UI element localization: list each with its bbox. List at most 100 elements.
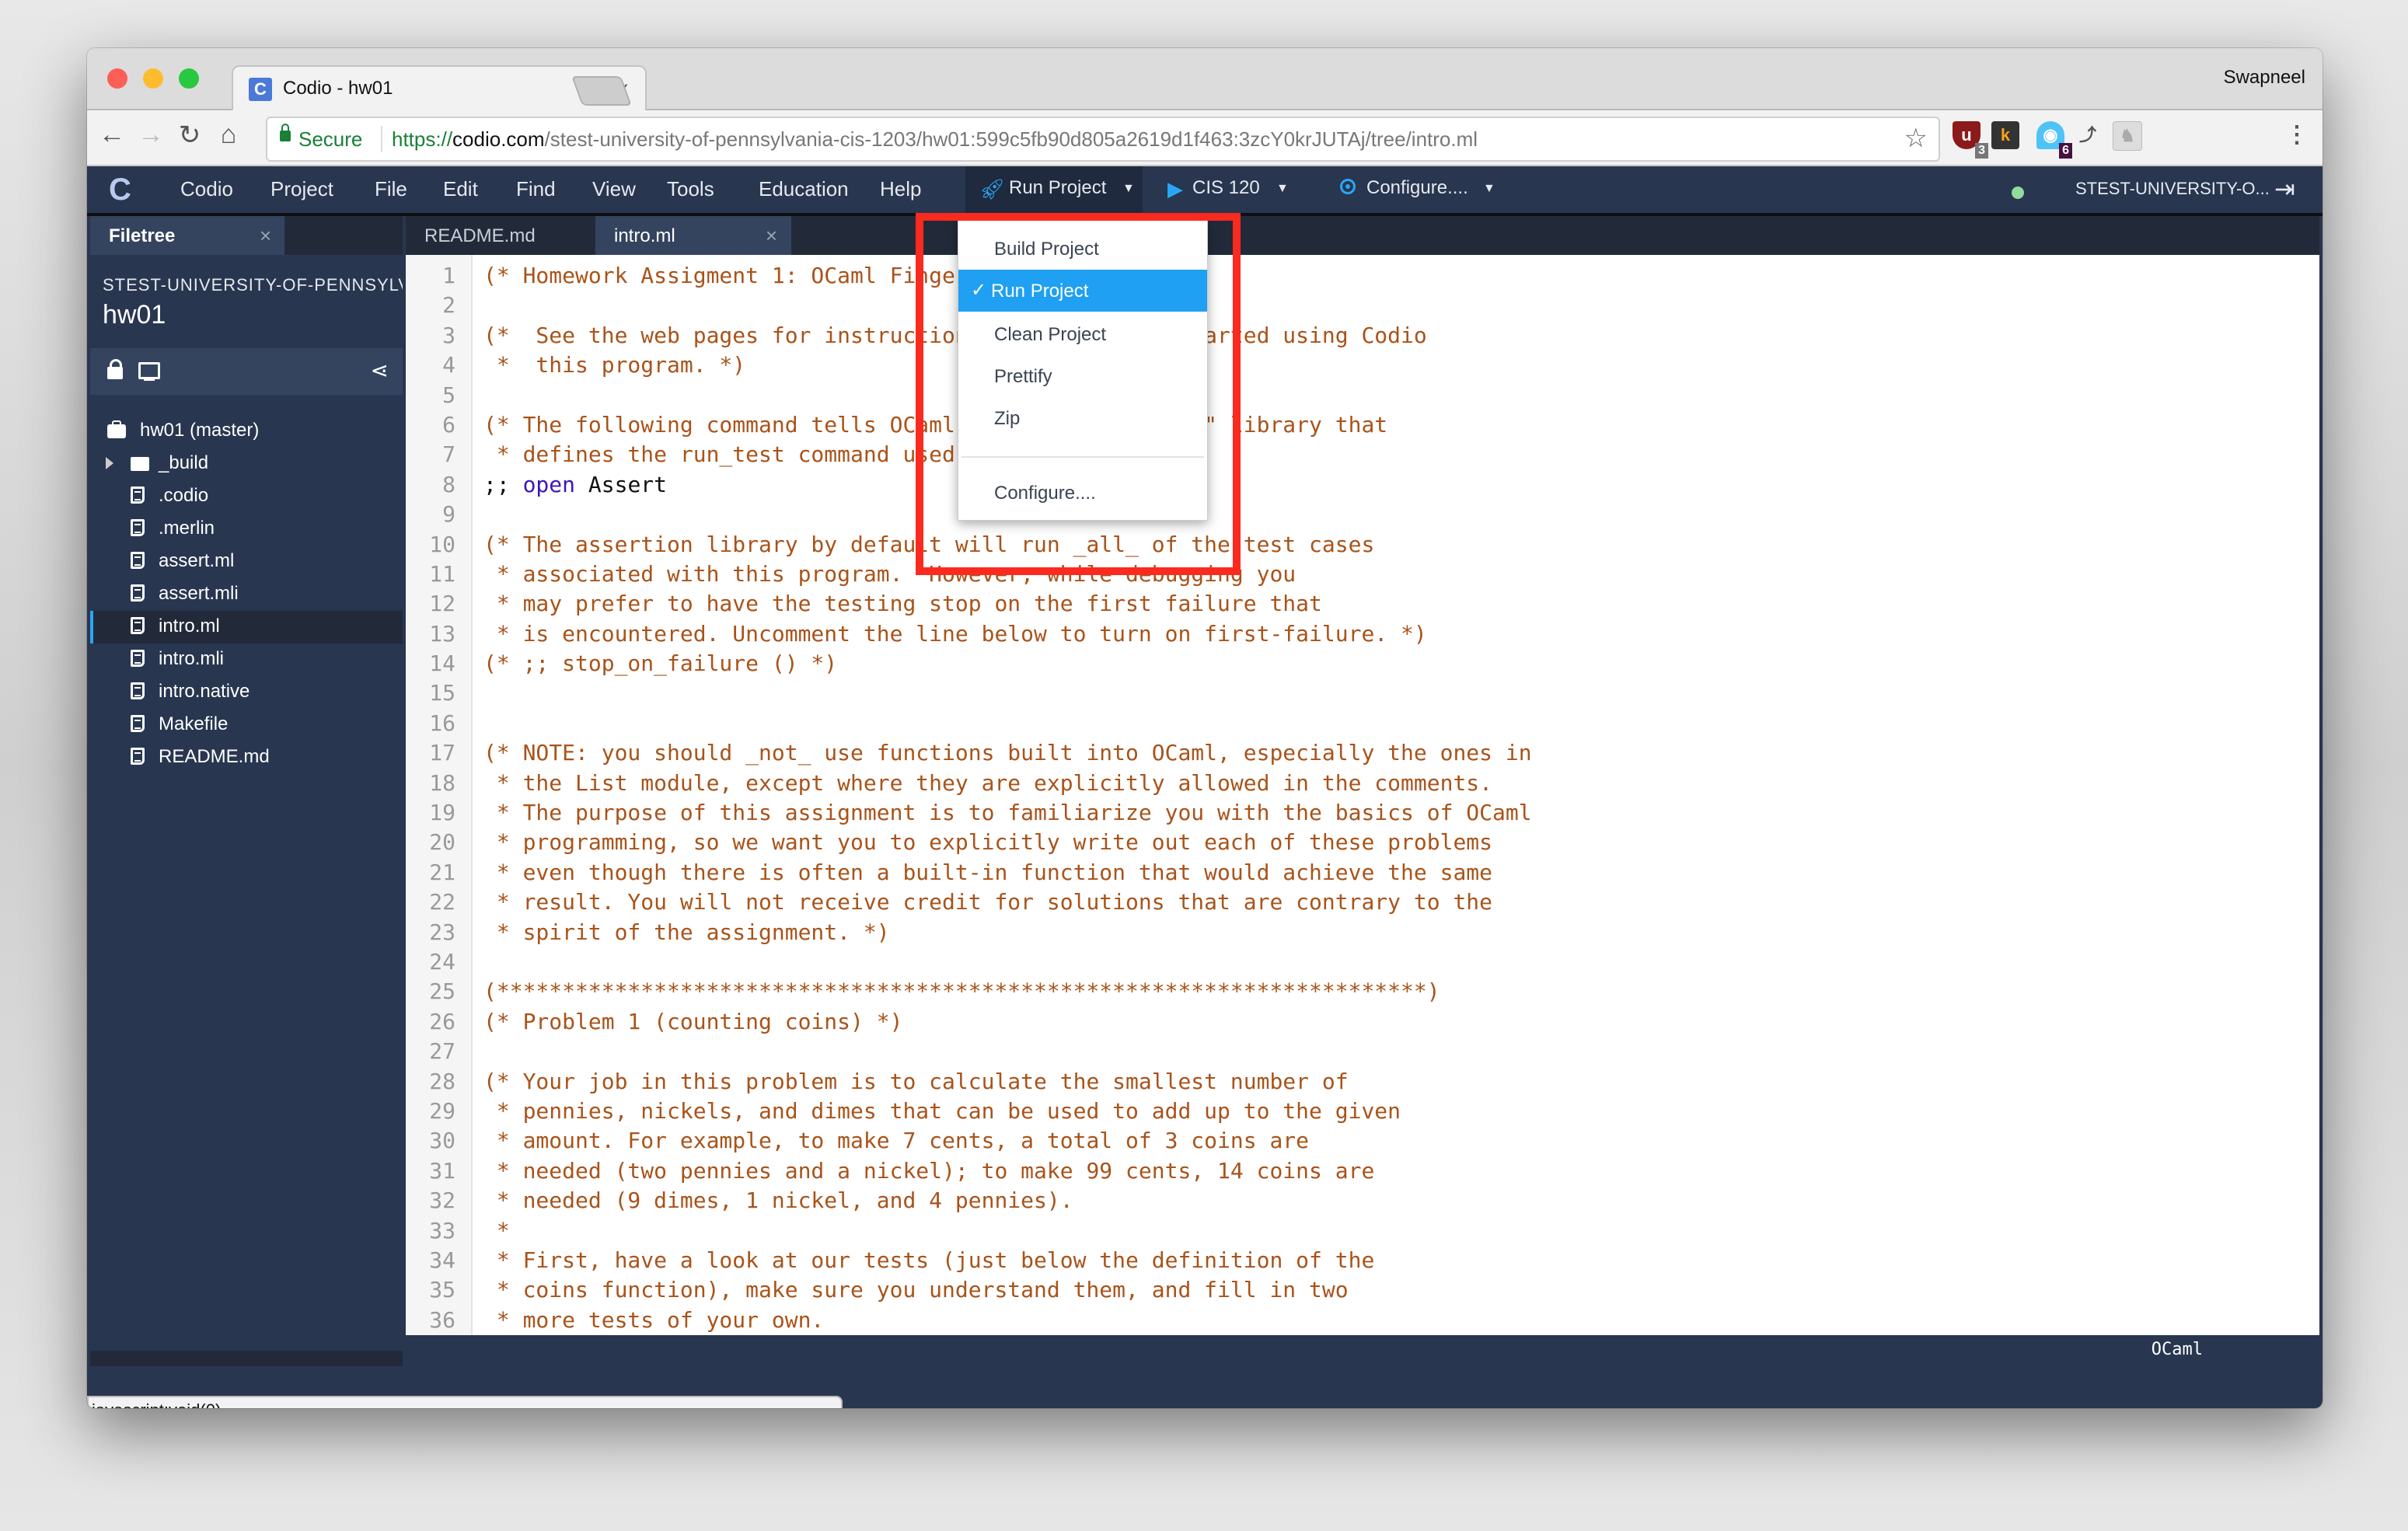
maximize-window-button[interactable] bbox=[179, 68, 199, 89]
org-name[interactable]: STEST-UNIVERSITY-O... bbox=[2075, 179, 2270, 199]
code-line: 33 * bbox=[406, 1216, 2319, 1246]
monitor-icon[interactable] bbox=[138, 362, 160, 381]
caret-down-icon: ▼ bbox=[1122, 182, 1135, 195]
menu-education[interactable]: Education bbox=[759, 177, 849, 201]
status-url-text: javascript:void(0) bbox=[92, 1400, 221, 1408]
codio-favicon-icon: C bbox=[249, 78, 272, 101]
dropdown-item-label: Clean Project bbox=[994, 324, 1107, 345]
menu-file[interactable]: File bbox=[375, 177, 407, 201]
ublock-extension-icon[interactable]: u3 bbox=[1953, 121, 1988, 159]
line-number: 12 bbox=[429, 591, 455, 617]
file-icon bbox=[131, 650, 145, 667]
dropdown-item-zip[interactable]: Zip bbox=[958, 397, 1207, 439]
sidebar-footer bbox=[90, 1351, 403, 1366]
forward-arrow-icon[interactable]: → bbox=[135, 120, 166, 150]
expand-triangle-icon[interactable] bbox=[106, 457, 113, 469]
close-icon[interactable]: × bbox=[766, 224, 777, 248]
new-tab-button[interactable] bbox=[571, 76, 632, 106]
tab-filetree[interactable]: Filetree × bbox=[90, 216, 284, 255]
line-number: 31 bbox=[429, 1157, 455, 1184]
tree-folder[interactable]: _build bbox=[90, 448, 403, 480]
line-number: 6 bbox=[442, 411, 455, 438]
line-number: 4 bbox=[442, 352, 455, 378]
url-text[interactable]: https://codio.com/stest-university-of-pe… bbox=[392, 127, 1478, 152]
run-project-button[interactable]: 🚀︎ Run Project ▼ bbox=[965, 166, 1143, 213]
line-text: * associated with this program. However,… bbox=[483, 560, 1296, 587]
run-project-dropdown: Build Project ✓ Run Project Clean Project… bbox=[958, 219, 1208, 521]
dropdown-item-clean-project[interactable]: Clean Project bbox=[958, 313, 1207, 355]
configure-button[interactable]: Configure.... ▼ bbox=[1331, 166, 1509, 213]
code-line: 36 * more tests of your own. bbox=[406, 1306, 2319, 1335]
bookmark-star-icon[interactable]: ☆ bbox=[1904, 123, 1928, 154]
file-icon bbox=[131, 715, 145, 732]
code-line: 25 (*************************************… bbox=[406, 977, 2319, 1006]
minimize-window-button[interactable] bbox=[143, 68, 163, 89]
menu-tools[interactable]: Tools bbox=[667, 177, 714, 201]
line-text: * needed (two pennies and a nickel); to … bbox=[483, 1157, 1375, 1184]
reload-icon[interactable]: ↻ bbox=[174, 120, 205, 151]
cis-120-button[interactable]: ▶ CIS 120 ▼ bbox=[1160, 166, 1315, 213]
camel-extension-icon[interactable]: ♞ bbox=[2113, 121, 2142, 151]
ghostery-extension-icon[interactable]: ◉ 6 bbox=[2036, 121, 2072, 159]
code-line: 3 (* See the web pages for instructions o… bbox=[406, 321, 2319, 350]
share-icon[interactable]: ⋖ bbox=[371, 357, 389, 383]
file-icon bbox=[131, 682, 145, 699]
codio-logo-icon[interactable]: C bbox=[109, 174, 132, 205]
dropdown-item-label: Prettify bbox=[994, 366, 1052, 387]
line-text: * the List module, except where they are… bbox=[483, 769, 1493, 796]
tree-file[interactable]: assert.mli bbox=[90, 578, 403, 611]
dropdown-item-configure[interactable]: Configure.... bbox=[958, 472, 1207, 514]
close-icon[interactable]: × bbox=[260, 224, 271, 248]
browser-menu-icon[interactable]: ⋮ bbox=[2285, 121, 2309, 148]
menu-view[interactable]: View bbox=[592, 177, 636, 201]
tab-readme[interactable]: README.md bbox=[406, 216, 594, 255]
logout-icon[interactable]: ⇥ bbox=[2274, 174, 2295, 204]
tab-intro-ml[interactable]: intro.ml × bbox=[595, 216, 791, 255]
tree-file[interactable]: intro.native bbox=[90, 676, 403, 709]
dropdown-item-run-project[interactable]: ✓ Run Project bbox=[958, 270, 1207, 312]
code-area[interactable]: 1 (* Homework Assigment 1: OCaml Finger E… bbox=[406, 261, 2319, 1366]
tree-file[interactable]: README.md bbox=[90, 741, 403, 774]
tree-file[interactable]: .codio bbox=[90, 480, 403, 513]
line-text: (* See the web pages for instructions on… bbox=[483, 322, 1427, 348]
address-bar[interactable]: Secure https://codio.com/stest-universit… bbox=[266, 117, 1940, 162]
code-line: 22 * result. You will not receive credit… bbox=[406, 888, 2319, 917]
menu-edit[interactable]: Edit bbox=[443, 177, 478, 201]
line-number: 2 bbox=[442, 292, 455, 319]
file-tree: hw01 (master) _build .codio .merlin assert… bbox=[90, 415, 403, 774]
lock-icon[interactable] bbox=[107, 359, 123, 379]
line-number: 27 bbox=[429, 1038, 455, 1065]
menu-codio[interactable]: Codio bbox=[180, 177, 233, 201]
tree-root[interactable]: hw01 (master) bbox=[90, 415, 403, 448]
tree-file[interactable]: Makefile bbox=[90, 709, 403, 741]
k-extension-icon[interactable]: k bbox=[1991, 121, 2019, 149]
home-icon[interactable]: ⌂ bbox=[213, 120, 244, 150]
back-arrow-icon[interactable]: ← bbox=[96, 120, 127, 150]
line-text: (* Problem 1 (counting coins) *) bbox=[483, 1008, 903, 1034]
tree-file[interactable]: .merlin bbox=[90, 513, 403, 546]
tree-file[interactable]: assert.ml bbox=[90, 546, 403, 578]
code-line: 12 * may prefer to have the testing stop… bbox=[406, 589, 2319, 619]
dropdown-item-prettify[interactable]: Prettify bbox=[958, 355, 1207, 397]
tree-file-label: assert.ml bbox=[159, 550, 235, 571]
gazelle-extension-icon[interactable]: ⤴ bbox=[2074, 121, 2102, 149]
line-text: * First, have a look at our tests (just … bbox=[483, 1247, 1375, 1273]
code-line: 1 (* Homework Assigment 1: OCaml Finger E… bbox=[406, 261, 2319, 291]
code-line: 16 bbox=[406, 709, 2319, 738]
tree-file[interactable]: intro.mli bbox=[90, 643, 403, 676]
menu-help[interactable]: Help bbox=[880, 177, 921, 201]
close-window-button[interactable] bbox=[107, 68, 127, 89]
code-line: 28 (* Your job in this problem is to calc… bbox=[406, 1067, 2319, 1097]
line-number: 11 bbox=[429, 560, 455, 587]
menu-find[interactable]: Find bbox=[516, 177, 556, 201]
profile-name[interactable]: Swapneel bbox=[2224, 67, 2305, 89]
dropdown-item-build-project[interactable]: Build Project bbox=[958, 228, 1207, 270]
tree-file[interactable]: intro.ml bbox=[90, 611, 403, 643]
codio-menubar: C Codio Project File Edit Find View Tool… bbox=[87, 166, 2322, 216]
tree-file-label: .merlin bbox=[159, 518, 215, 539]
language-mode[interactable]: OCaml bbox=[2151, 1340, 2203, 1359]
menu-project[interactable]: Project bbox=[270, 177, 333, 201]
caret-down-icon: ▼ bbox=[1483, 182, 1495, 195]
line-number: 16 bbox=[429, 710, 455, 736]
tree-file-label: .codio bbox=[159, 485, 209, 506]
